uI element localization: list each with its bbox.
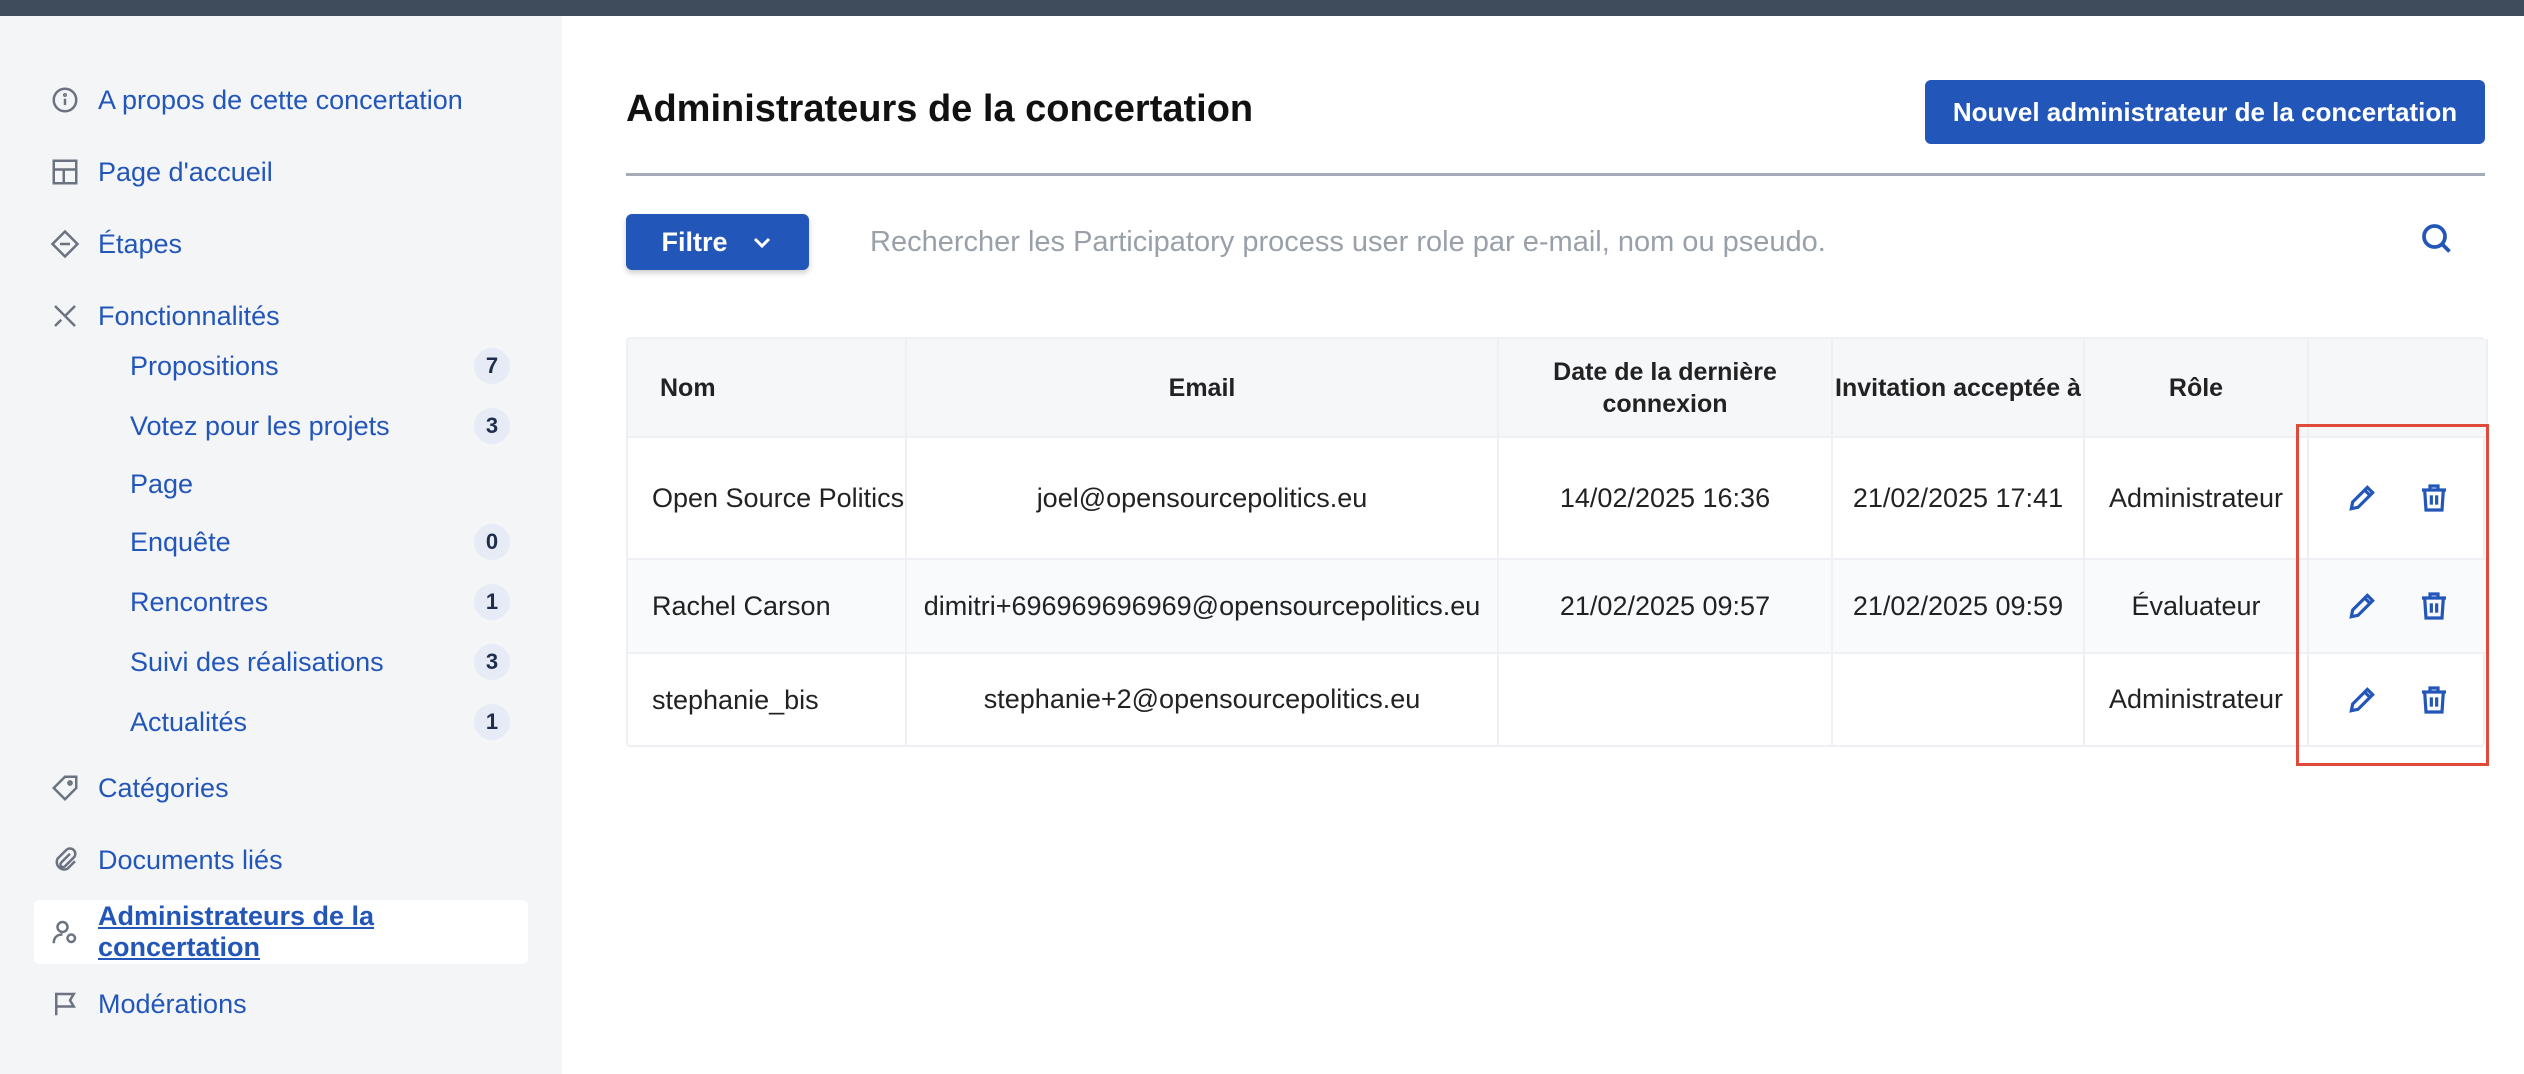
component-item-meetings[interactable]: Rencontres 1 bbox=[130, 578, 510, 626]
cell-name: stephanie_bis bbox=[628, 652, 907, 745]
cell-accepted bbox=[1832, 652, 2085, 745]
table-row: Open Source Politics joel@opensourcepoli… bbox=[628, 436, 2488, 559]
count-badge: 3 bbox=[474, 408, 510, 444]
sidebar-item-moderations[interactable]: Modérations bbox=[34, 972, 528, 1036]
cell-role: Administrateur bbox=[2084, 436, 2309, 559]
cell-accepted: 21/02/2025 09:59 bbox=[1832, 558, 2085, 653]
component-label: Votez pour les projets bbox=[130, 410, 390, 441]
page-title: Administrateurs de la concertation bbox=[626, 88, 1254, 130]
sidebar-item-label: A propos de cette concertation bbox=[98, 84, 463, 115]
sidebar-item-attachments[interactable]: Documents liés bbox=[34, 828, 528, 892]
column-header-role[interactable]: Rôle bbox=[2084, 339, 2309, 437]
cell-role: Évaluateur bbox=[2084, 558, 2309, 653]
component-item-page[interactable]: Page bbox=[130, 460, 510, 508]
admins-table: Nom Email Date de la dernière connexion … bbox=[626, 337, 2488, 747]
filter-button[interactable]: Filtre bbox=[626, 214, 809, 270]
flag-icon bbox=[50, 989, 80, 1019]
divider bbox=[626, 173, 2485, 176]
component-label: Page bbox=[130, 468, 194, 499]
sidebar-item-about[interactable]: A propos de cette concertation bbox=[34, 68, 528, 132]
cell-email: dimitri+696969696969@opensourcepolitics.… bbox=[906, 558, 1499, 653]
table-row: stephanie_bis stephanie+2@opensourcepoli… bbox=[628, 652, 2488, 745]
count-badge: 0 bbox=[474, 524, 510, 560]
column-header-name[interactable]: Nom bbox=[628, 339, 907, 437]
component-label: Rencontres bbox=[130, 586, 269, 617]
layout-icon bbox=[50, 157, 80, 187]
table-header-row: Nom Email Date de la dernière connexion … bbox=[628, 339, 2488, 437]
sidebar-item-label: Page d'accueil bbox=[98, 156, 273, 187]
cell-last-login: 14/02/2025 16:36 bbox=[1498, 436, 1833, 559]
top-bar bbox=[0, 0, 2524, 16]
count-badge: 3 bbox=[474, 644, 510, 680]
count-badge: 1 bbox=[474, 584, 510, 620]
highlight-box bbox=[2296, 424, 2489, 766]
info-icon bbox=[50, 85, 80, 115]
cell-name: Open Source Politics bbox=[628, 436, 907, 559]
count-badge: 1 bbox=[474, 704, 510, 740]
component-item-budgets[interactable]: Votez pour les projets 3 bbox=[130, 402, 510, 450]
chevron-down-icon bbox=[753, 237, 770, 249]
cell-accepted: 21/02/2025 17:41 bbox=[1832, 436, 2085, 559]
sidebar: A propos de cette concertation Page d'ac… bbox=[0, 16, 562, 1074]
cell-last-login: 21/02/2025 09:57 bbox=[1498, 558, 1833, 653]
column-header-accepted[interactable]: Invitation acceptée à bbox=[1832, 339, 2085, 437]
diamond-icon bbox=[50, 229, 80, 259]
sidebar-item-label: Fonctionnalités bbox=[98, 300, 280, 331]
count-badge: 7 bbox=[474, 348, 510, 384]
search-input[interactable] bbox=[870, 212, 2390, 272]
sidebar-item-label: Modérations bbox=[98, 988, 247, 1019]
sidebar-item-label: Documents liés bbox=[98, 844, 283, 875]
cell-role: Administrateur bbox=[2084, 652, 2309, 745]
component-item-accountability[interactable]: Suivi des réalisations 3 bbox=[130, 638, 510, 686]
component-item-survey[interactable]: Enquête 0 bbox=[130, 518, 510, 566]
search-icon[interactable] bbox=[2418, 220, 2454, 256]
column-header-email[interactable]: Email bbox=[906, 339, 1499, 437]
table-row: Rachel Carson dimitri+696969696969@opens… bbox=[628, 558, 2488, 653]
cell-last-login bbox=[1498, 652, 1833, 745]
sidebar-item-features[interactable]: Fonctionnalités bbox=[34, 284, 528, 348]
sidebar-item-steps[interactable]: Étapes bbox=[34, 212, 528, 276]
component-label: Propositions bbox=[130, 350, 279, 381]
component-item-proposals[interactable]: Propositions 7 bbox=[130, 342, 510, 390]
cell-email: joel@opensourcepolitics.eu bbox=[906, 436, 1499, 559]
filter-label: Filtre bbox=[661, 226, 728, 257]
paperclip-icon bbox=[50, 845, 80, 875]
component-label: Suivi des réalisations bbox=[130, 646, 384, 677]
sidebar-item-label: Catégories bbox=[98, 772, 229, 803]
cell-email: stephanie+2@opensourcepolitics.eu bbox=[906, 652, 1499, 745]
new-admin-button[interactable]: Nouvel administrateur de la concertation bbox=[1925, 80, 2485, 144]
sidebar-item-label: Administrateurs de la concertation bbox=[98, 901, 375, 962]
sidebar-item-label: Étapes bbox=[98, 228, 183, 259]
sidebar-item-admins[interactable]: Administrateurs de la concertation bbox=[34, 900, 528, 964]
cell-name: Rachel Carson bbox=[628, 558, 907, 653]
component-item-news[interactable]: Actualités 1 bbox=[130, 698, 510, 746]
tools-icon bbox=[50, 301, 80, 331]
component-label: Actualités bbox=[130, 706, 248, 737]
column-header-actions bbox=[2308, 339, 2488, 437]
user-settings-icon bbox=[50, 917, 80, 947]
tag-icon bbox=[50, 773, 80, 803]
component-label: Enquête bbox=[130, 526, 231, 557]
sidebar-item-home[interactable]: Page d'accueil bbox=[34, 140, 528, 204]
sidebar-item-categories[interactable]: Catégories bbox=[34, 756, 528, 820]
column-header-last-login[interactable]: Date de la dernière connexion bbox=[1498, 339, 1833, 437]
